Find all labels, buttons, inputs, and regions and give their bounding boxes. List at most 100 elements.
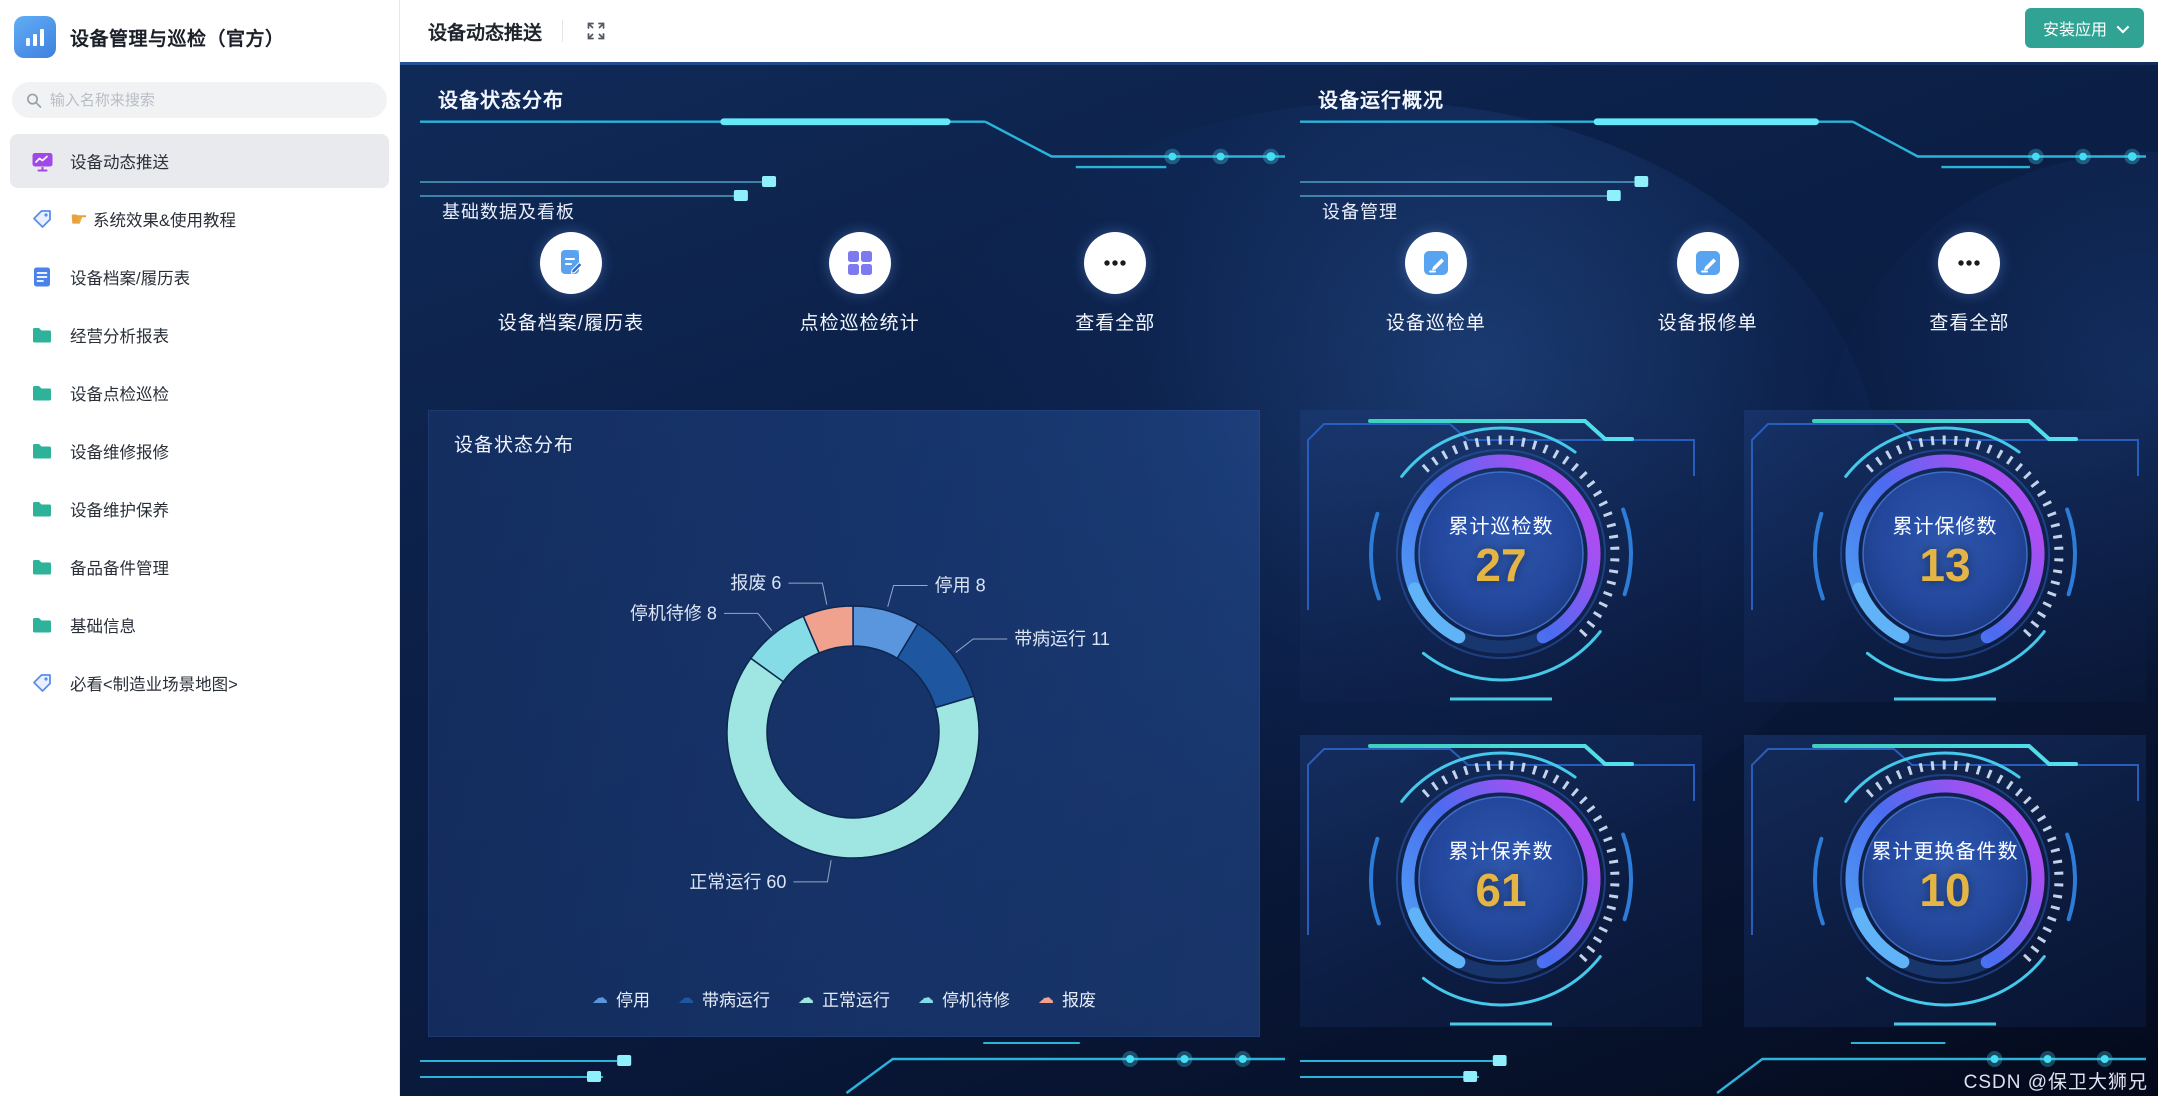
legend-marker-icon: ☁ — [678, 991, 694, 1007]
gauge: 累计巡检数 27 — [1369, 422, 1633, 686]
chevron-down-icon — [2117, 20, 2130, 33]
tag-icon — [30, 207, 54, 231]
sidebar-item-tutorial[interactable]: ☛系统效果&使用教程 — [10, 192, 389, 246]
page-title: 设备动态推送 — [428, 18, 542, 45]
sidebar-item-label: 设备维护保养 — [70, 497, 169, 521]
legend-item[interactable]: ☁带病运行 — [678, 986, 770, 1011]
panel-title: 设备状态分布 — [438, 84, 564, 113]
stat-card-parts-replaced: 累计更换备件数 10 — [1744, 735, 2146, 1027]
sidebar-item-label: 设备档案/履历表 — [70, 265, 190, 289]
divider — [562, 20, 563, 42]
tech-line-decoration — [420, 1037, 1285, 1096]
donut-label: 停用 8 — [935, 576, 986, 596]
shortcut-label: 设备档案/履历表 — [498, 308, 644, 335]
grid-icon — [829, 232, 891, 294]
sidebar-menu: 设备动态推送 ☛系统效果&使用教程 设备档案/履历表 — [0, 134, 399, 710]
ellipsis-icon — [1938, 232, 2000, 294]
sidebar-item-repair[interactable]: 设备维修报修 — [10, 424, 389, 478]
legend-label: 报废 — [1062, 986, 1096, 1011]
donut-label: 带病运行 11 — [1014, 629, 1110, 649]
install-app-button[interactable]: 安装应用 — [2025, 8, 2144, 48]
stat-label: 累计保修数 — [1813, 510, 2077, 539]
sidebar-item-scene-map[interactable]: 必看<制造业场景地图> — [10, 656, 389, 710]
stat-label: 累计保养数 — [1369, 835, 1633, 864]
stat-label: 累计巡检数 — [1369, 510, 1633, 539]
document-edit-icon — [540, 232, 602, 294]
bar-chart-icon — [22, 24, 48, 50]
legend-label: 停机待修 — [942, 986, 1010, 1011]
legend-marker-icon: ☁ — [918, 991, 934, 1007]
stat-label: 累计更换备件数 — [1813, 835, 2077, 864]
fullscreen-icon[interactable] — [583, 18, 609, 44]
legend-item[interactable]: ☁ 停机待修 — [918, 986, 1010, 1011]
legend-label: 正常运行 — [822, 986, 890, 1011]
app-logo — [14, 16, 56, 58]
chart-legend: ☁停用☁带病运行☁正常运行☁停机待修☁报废 — [428, 986, 1260, 1011]
folder-icon — [30, 381, 54, 405]
shortcut-view-all[interactable]: 查看全部 — [1929, 232, 2009, 335]
sidebar-item-label: 设备动态推送 — [70, 149, 169, 173]
legend-item[interactable]: ☁停用 — [592, 986, 650, 1011]
search-box[interactable] — [12, 82, 387, 118]
donut-label: 报废 6 — [730, 573, 781, 593]
sidebar: 设备管理与巡检（官方） 设备动态推送 — [0, 0, 400, 1096]
monitor-chart-icon — [30, 149, 54, 173]
ellipsis-icon — [1084, 232, 1146, 294]
section-label: 基础数据及看板 — [442, 198, 575, 224]
shortcut-device-archive[interactable]: 设备档案/履历表 — [498, 232, 644, 335]
donut-label-line — [888, 586, 928, 607]
section-label: 设备管理 — [1322, 198, 1398, 224]
sidebar-item-label: 设备点检巡检 — [70, 381, 169, 405]
form-edit-icon — [1405, 232, 1467, 294]
gauge: 累计更换备件数 10 — [1813, 747, 2077, 1011]
stat-card-maintenance: 累计保养数 61 — [1300, 735, 1702, 1027]
folder-icon — [30, 439, 54, 463]
shortcut-view-all[interactable]: 查看全部 — [1075, 232, 1155, 335]
sidebar-item-device-push[interactable]: 设备动态推送 — [10, 134, 389, 188]
sidebar-item-device-archive[interactable]: 设备档案/履历表 — [10, 250, 389, 304]
app-title: 设备管理与巡检（官方） — [70, 24, 285, 51]
shortcut-label: 查看全部 — [1929, 308, 2009, 335]
legend-item[interactable]: ☁ 正常运行 — [798, 986, 890, 1011]
sidebar-item-label: 必看<制造业场景地图> — [70, 671, 238, 695]
shortcut-inspection-form[interactable]: 设备巡检单 — [1386, 232, 1486, 335]
document-icon — [30, 265, 54, 289]
legend-marker-icon: ☁ — [592, 991, 608, 1007]
shortcut-row: 设备巡检单 设备报修单 查看全部 — [1300, 232, 2095, 335]
panel-device-status: 设备状态分布 基础数据及看板 — [420, 80, 1285, 1037]
sidebar-item-spare-parts[interactable]: 备品备件管理 — [10, 540, 389, 594]
sidebar-item-basic-info[interactable]: 基础信息 — [10, 598, 389, 652]
shortcut-label: 查看全部 — [1075, 308, 1155, 335]
legend-marker-icon: ☁ — [798, 991, 814, 1007]
folder-icon — [30, 497, 54, 521]
dashboard: 设备状态分布 基础数据及看板 — [400, 62, 2158, 1096]
stat-value: 61 — [1369, 863, 1633, 917]
panel-operation-overview: 设备运行概况 设备管理 — [1300, 80, 2146, 1037]
search-input[interactable] — [50, 92, 373, 109]
panel-title: 设备运行概况 — [1318, 84, 1444, 113]
status-donut-chart: 停用 8 带病运行 11 正常运行 60 停机待修 8 报废 6 — [428, 410, 1260, 1037]
stat-value: 27 — [1369, 538, 1633, 592]
stat-value: 13 — [1813, 538, 2077, 592]
tech-line-decoration — [1300, 114, 2146, 170]
shortcut-inspection-stats[interactable]: 点检巡检统计 — [800, 232, 920, 335]
legend-item[interactable]: ☁ 报废 — [1038, 986, 1096, 1011]
donut-label: 停机待修 8 — [630, 603, 717, 623]
shortcut-label: 点检巡检统计 — [800, 308, 920, 335]
topbar: 设备动态推送 安装应用 — [400, 0, 2158, 62]
donut-label-line — [788, 583, 826, 605]
shortcut-label: 设备巡检单 — [1386, 308, 1486, 335]
sidebar-item-analysis-report[interactable]: 经营分析报表 — [10, 308, 389, 362]
sidebar-item-maintenance[interactable]: 设备维护保养 — [10, 482, 389, 536]
status-chart-card: 设备状态分布 停用 8带病运行 11正常运行 60停机待修 8报废 6 ☁停用☁… — [428, 410, 1260, 1037]
sidebar-item-label: 基础信息 — [70, 613, 136, 637]
legend-marker-icon: ☁ — [1038, 991, 1054, 1007]
donut-label: 正常运行 60 — [689, 872, 786, 892]
stat-value: 10 — [1813, 863, 2077, 917]
app-header: 设备管理与巡检（官方） — [0, 0, 399, 72]
stat-card-inspections: 累计巡检数 27 — [1300, 410, 1702, 702]
shortcut-repair-form[interactable]: 设备报修单 — [1658, 232, 1758, 335]
sidebar-item-label: 设备维修报修 — [70, 439, 169, 463]
donut-label-line — [724, 613, 772, 630]
sidebar-item-spot-inspection[interactable]: 设备点检巡检 — [10, 366, 389, 420]
